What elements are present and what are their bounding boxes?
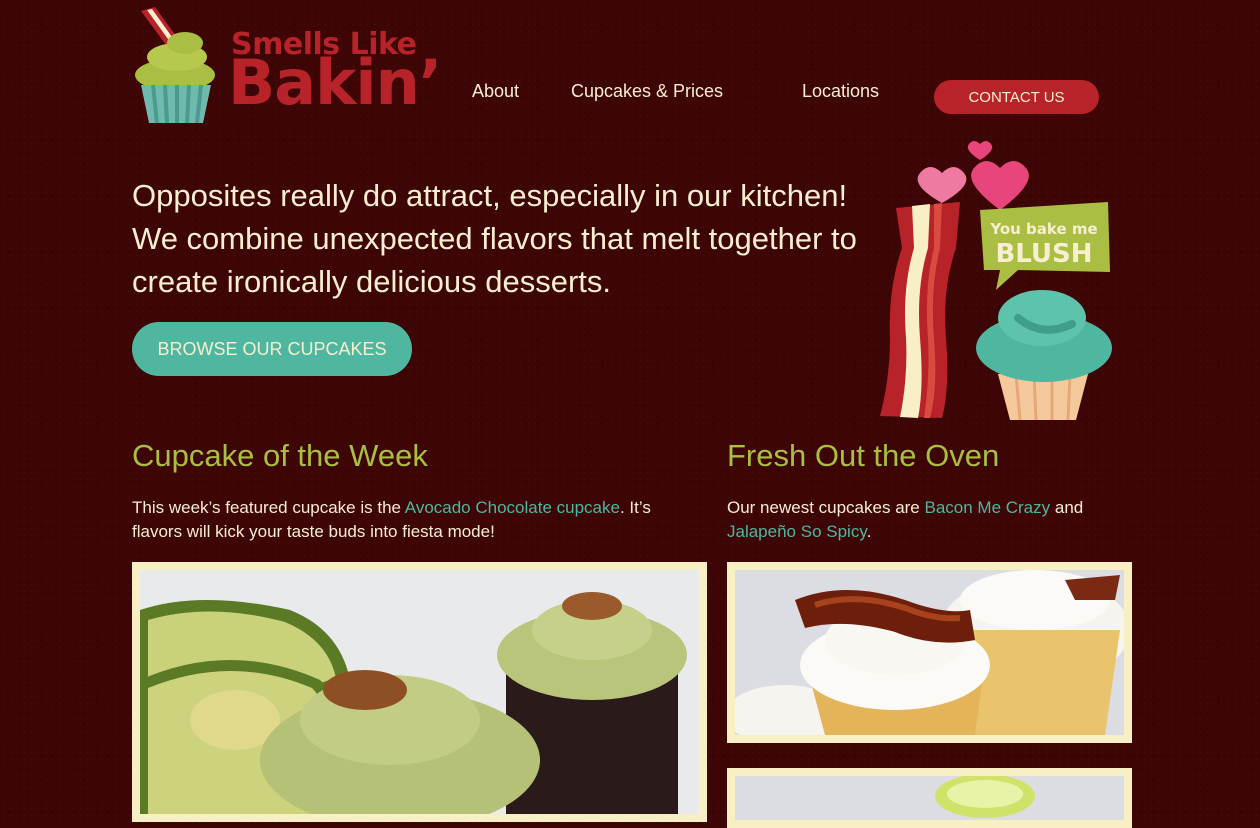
nav-link-cupcakes-prices[interactable]: Cupcakes & Prices (571, 81, 723, 102)
badge-text-line2: BLUSH (995, 239, 1092, 269)
fresh-text-end: . (866, 522, 872, 541)
cupcake-logo-icon (135, 7, 215, 124)
cupcake-of-week-title: Cupcake of the Week (132, 438, 428, 473)
cotw-text-start: This week’s featured cupcake is the (132, 498, 405, 517)
bacon-cupcake-photo[interactable] (727, 562, 1132, 743)
avocado-chocolate-link[interactable]: Avocado Chocolate cupcake (405, 498, 620, 517)
pink-heart-icon (917, 167, 967, 203)
fresh-out-oven-text: Our newest cupcakes are Bacon Me Crazy a… (727, 496, 1137, 544)
fresh-out-oven-title: Fresh Out the Oven (727, 438, 1000, 473)
bacon-icon (880, 202, 960, 418)
jalapeno-cupcake-image (735, 776, 1124, 820)
speech-badge: You bake me BLUSH (980, 202, 1110, 290)
jalapeno-so-spicy-link[interactable]: Jalapeño So Spicy (727, 522, 867, 541)
nav-link-about[interactable]: About (472, 81, 519, 102)
avocado-cupcake-image (140, 570, 699, 814)
hero-illustration: You bake me BLUSH (872, 138, 1122, 428)
bacon-cupcake-image (735, 570, 1124, 735)
fresh-text-mid: and (1050, 498, 1084, 517)
heart-icon (971, 161, 1029, 210)
browse-cupcakes-button[interactable]: BROWSE OUR CUPCAKES (132, 322, 412, 376)
fresh-text-start: Our newest cupcakes are (727, 498, 925, 517)
hero-tagline: Opposites really do attract, especially … (132, 178, 857, 299)
contact-us-button[interactable]: CONTACT US (934, 80, 1099, 114)
nav-link-locations[interactable]: Locations (802, 81, 879, 102)
bacon-me-crazy-link[interactable]: Bacon Me Crazy (924, 498, 1050, 517)
cupcake-of-week-text: This week’s featured cupcake is the Avoc… (132, 496, 702, 544)
small-heart-icon (967, 141, 993, 160)
logo-text-line2: Bakin’ (228, 46, 442, 119)
jalapeno-cupcake-photo[interactable] (727, 768, 1132, 828)
teal-cupcake-icon (976, 290, 1112, 421)
avocado-cupcake-photo[interactable] (132, 562, 707, 822)
badge-text-line1: You bake me (989, 220, 1097, 238)
